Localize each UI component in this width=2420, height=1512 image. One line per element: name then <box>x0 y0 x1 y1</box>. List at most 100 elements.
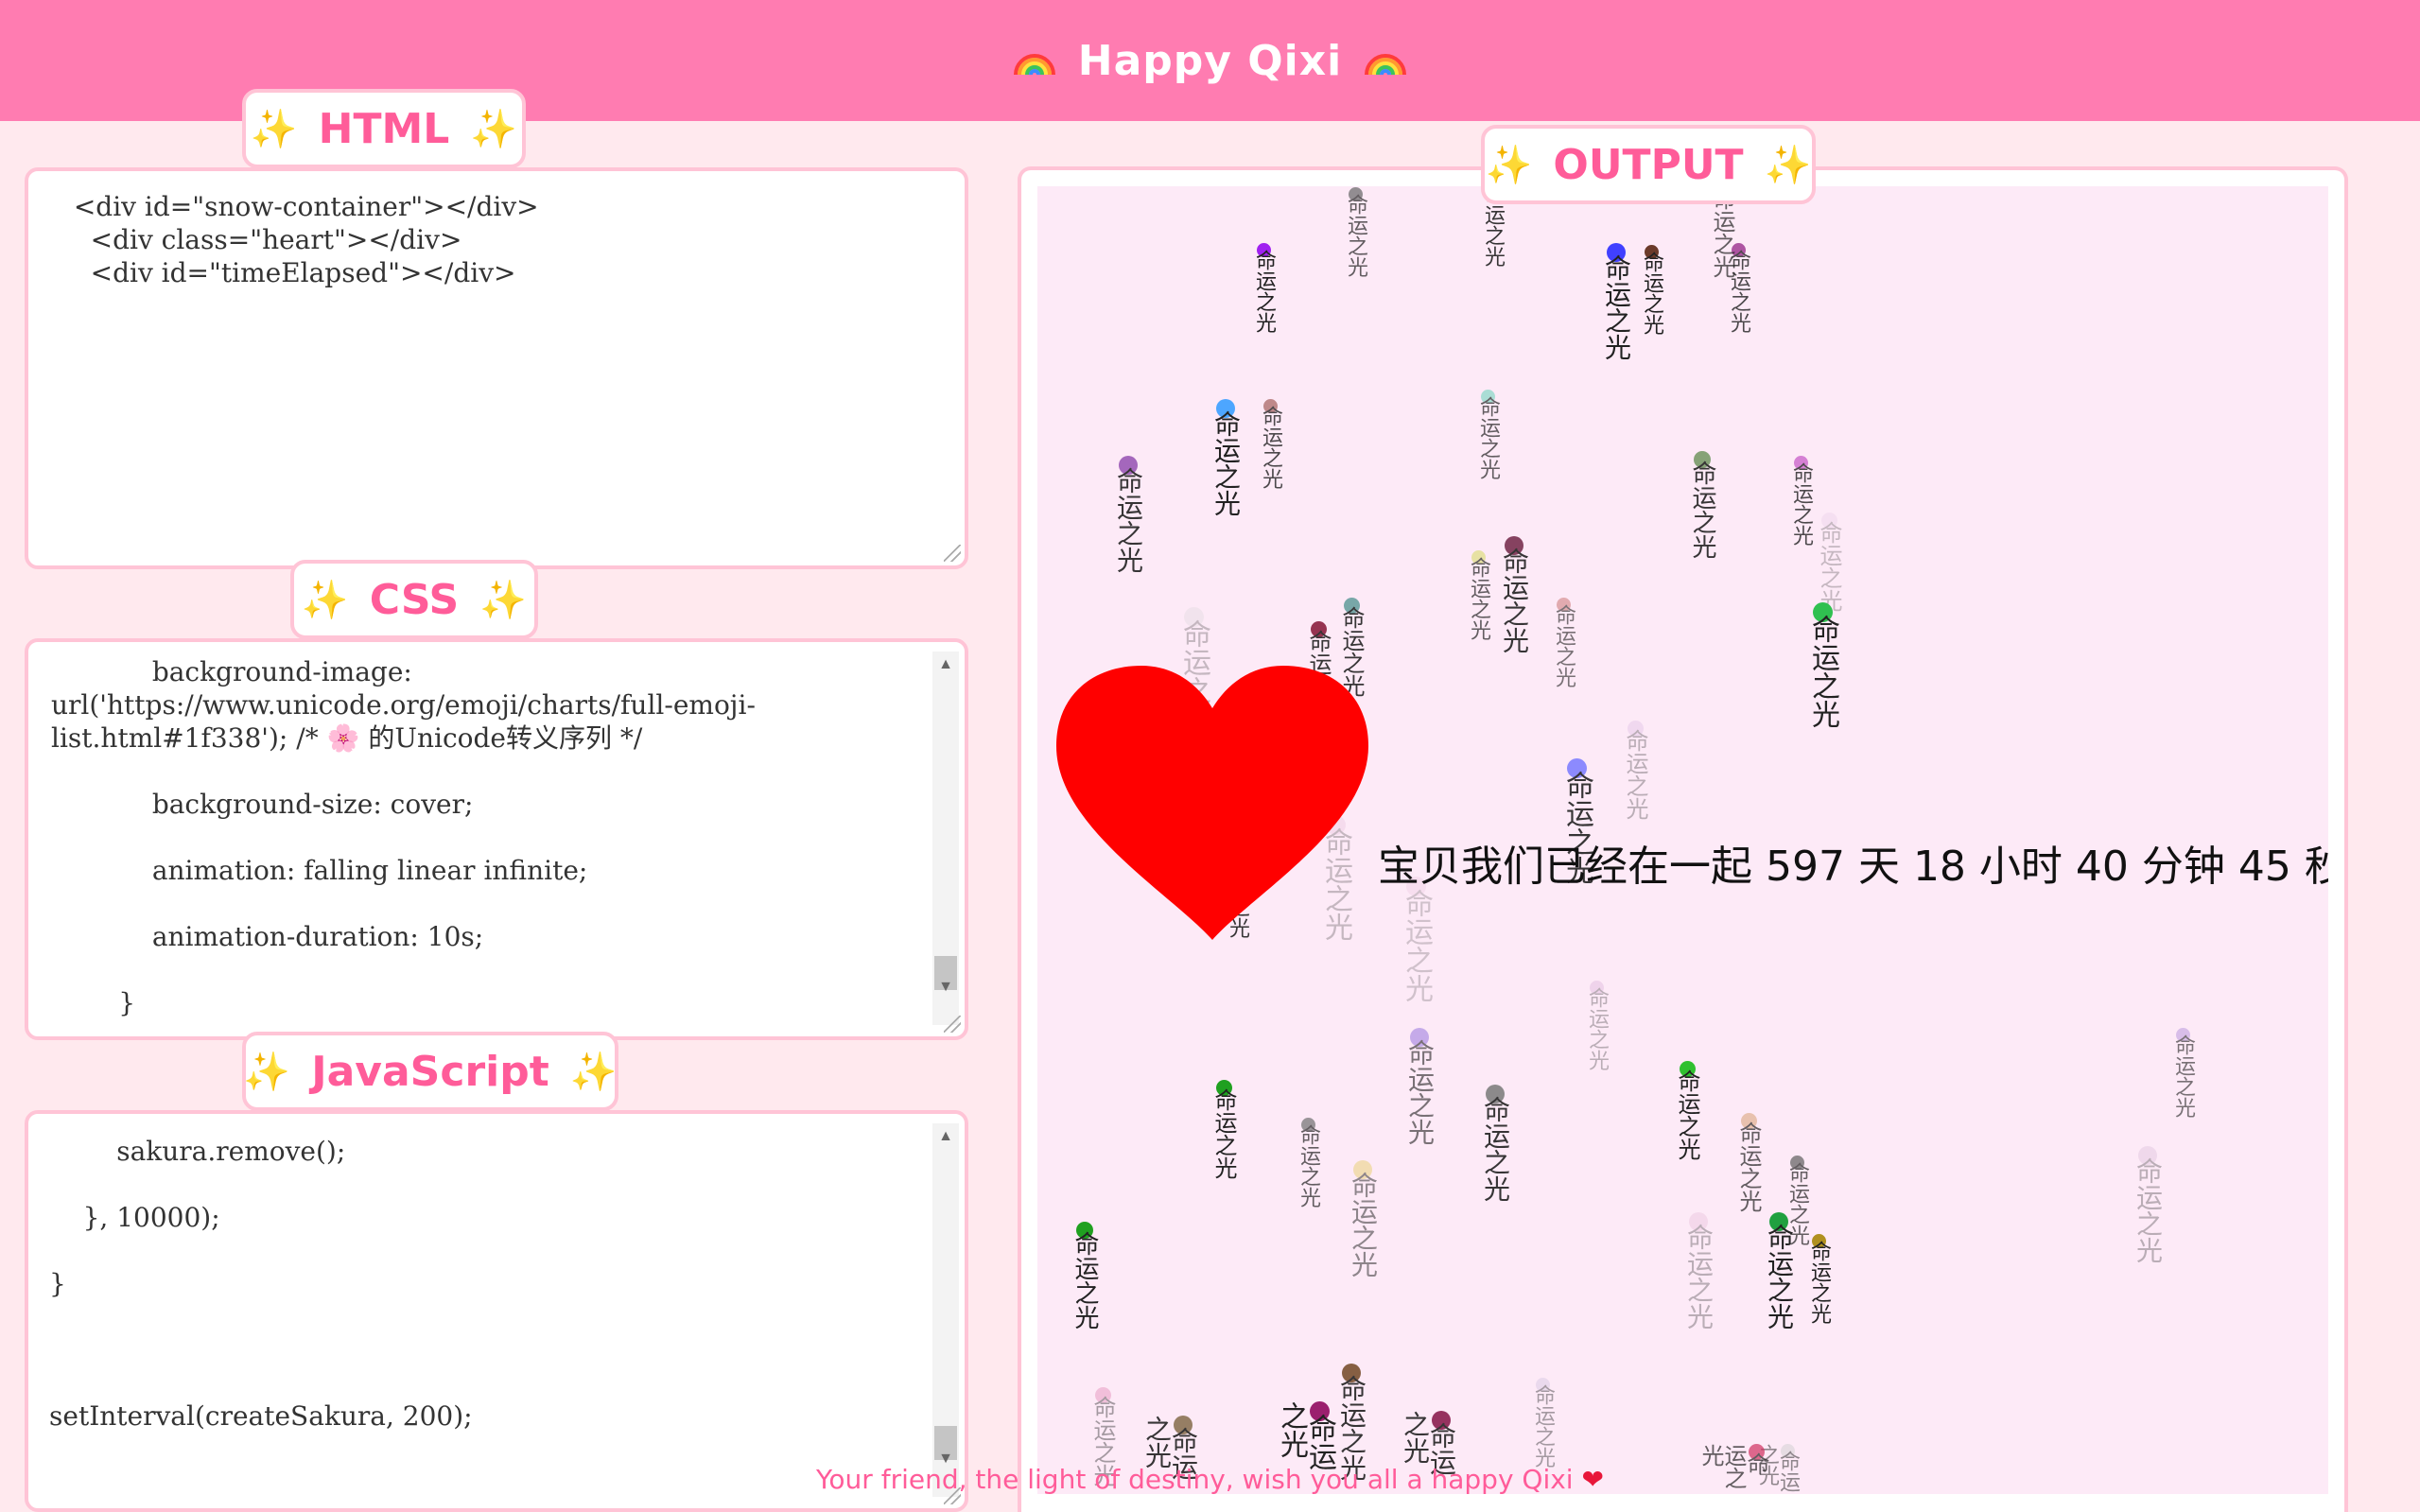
scroll-down-icon[interactable]: ▼ <box>932 974 959 1000</box>
petal-text: 命运之光 <box>1259 406 1282 489</box>
code-line: }, 10000); <box>49 1202 220 1233</box>
css-editor[interactable]: background-image: url('https://www.unicod… <box>25 638 968 1040</box>
sakura-petal: 命运之光 <box>1259 399 1282 489</box>
petal-text: 命运之光 <box>1683 1224 1715 1330</box>
sparkles-icon: ✨ <box>470 107 518 151</box>
petal-text: 命运之光 <box>2171 1034 2195 1118</box>
petal-text: 命运之光 <box>1585 987 1609 1070</box>
resize-handle[interactable] <box>944 1016 961 1033</box>
code-line: <div id="snow-container"></div> <box>57 191 539 222</box>
petal-text: 命运之光 <box>1210 1088 1237 1179</box>
rainbow-icon <box>1013 54 1055 76</box>
sakura-petal: 命运之光 <box>1789 456 1813 546</box>
petal-text: 命运之光 <box>1348 1172 1379 1277</box>
sakura-petal: 命运之光 <box>1210 1080 1237 1179</box>
scroll-up-icon[interactable]: ▲ <box>932 1123 959 1150</box>
petal-text: 命运之光 <box>1071 1231 1099 1330</box>
css-code[interactable]: background-image: url('https://www.unicod… <box>28 642 965 1036</box>
sakura-petal: 命运之光 <box>1476 390 1500 479</box>
scroll-up-icon[interactable]: ▲ <box>932 652 959 678</box>
sakura-petal: 命运之光 <box>1531 1378 1555 1468</box>
code-line: list.html#1f338'); /* 🌸 的Unicode转义序列 */ <box>51 722 643 754</box>
code-line: setInterval(createSakura, 200); <box>49 1400 473 1432</box>
petal-text: 命运之光 <box>1113 467 1144 573</box>
sakura-petal: 命运之光 <box>2133 1146 2164 1263</box>
tab-output[interactable]: ✨ OUTPUT ✨ <box>1481 125 1816 204</box>
petal-text: 命运之光 <box>1297 1124 1320 1208</box>
petal-text: 命运之光 <box>1816 521 1842 612</box>
sakura-petal: 命运之光 <box>1640 245 1663 335</box>
html-editor[interactable]: <div id="snow-container"></div> <div cla… <box>25 167 968 569</box>
petal-text: 命运之光 <box>1674 1069 1700 1160</box>
sakura-petal: 命运之光 <box>1252 243 1276 333</box>
petal-text: 命运之光 <box>1344 194 1367 277</box>
tab-css-label: CSS <box>369 575 460 624</box>
petal-text: 命运之光 <box>1467 557 1490 640</box>
tab-html-label: HTML <box>318 104 450 153</box>
sakura-petal: 命运之光 <box>1674 1061 1700 1160</box>
sakura-petal: 命运之光 <box>1735 1113 1762 1212</box>
code-line: animation: falling linear infinite; <box>51 855 588 886</box>
sakura-petal: 命运之光 <box>1807 1234 1831 1324</box>
petal-text: 命运之光 <box>1531 1384 1555 1468</box>
resize-handle[interactable] <box>944 545 961 562</box>
petal-text: 命运之光 <box>1735 1121 1762 1212</box>
css-scrollbar[interactable]: ▲ ▼ <box>932 652 959 1025</box>
heart-icon: ❤ <box>1581 1464 1604 1495</box>
js-code[interactable]: sakura.remove(); }, 10000); } setInterva… <box>28 1114 965 1450</box>
sparkles-icon: ✨ <box>1764 143 1812 187</box>
code-line: url('https://www.unicode.org/emoji/chart… <box>51 689 756 721</box>
js-scrollbar[interactable]: ▲ ▼ <box>932 1123 959 1497</box>
sakura-petal: 命运之光 <box>1806 602 1839 728</box>
petal-text: 命运之光 <box>1789 462 1813 546</box>
petal-text: 命运之光 <box>1476 396 1500 479</box>
sakura-petal: 命运之光 <box>1622 721 1648 820</box>
sakura-petal: 命运之光 <box>1585 981 1609 1070</box>
tab-css[interactable]: ✨ CSS ✨ <box>290 560 538 639</box>
html-code[interactable]: <div id="snow-container"></div> <div cla… <box>28 171 965 306</box>
time-elapsed: 宝贝我们已经在一起 597 天 18 小时 40 分钟 45 秒了 <box>1378 843 2328 891</box>
petal-text: 命运之光 <box>1210 410 1242 516</box>
sakura-petal: 命运之光 <box>1552 598 1576 687</box>
tab-javascript[interactable]: ✨ JavaScript ✨ <box>242 1032 618 1111</box>
tab-html[interactable]: ✨ HTML ✨ <box>242 89 526 168</box>
code-line: animation-duration: 10s; <box>51 921 484 952</box>
sakura-petal: 命运之光 <box>1785 1156 1809 1245</box>
js-editor[interactable]: sakura.remove(); }, 10000); } setInterva… <box>25 1110 968 1512</box>
sakura-petal: 命运之光 <box>1400 877 1433 1002</box>
sparkles-icon: ✨ <box>301 578 349 622</box>
petal-text: 命运之光 <box>1622 729 1648 820</box>
code-line: sakura.remove(); <box>49 1136 346 1167</box>
petal-text: 命运之光 <box>1252 250 1276 333</box>
petal-text: 命运之光 <box>1404 1039 1436 1145</box>
petal-text: 命运之光 <box>1807 1241 1831 1324</box>
code-line: <div id="timeElapsed"></div> <box>57 257 516 288</box>
sakura-petal: 命运之光 <box>1297 1118 1320 1208</box>
petal-text: 命运之光 <box>1480 1096 1511 1202</box>
sakura-petal: 命运之光 <box>1404 1028 1436 1145</box>
sakura-petal: 命运之光 <box>1688 451 1716 559</box>
footer-text: Your friend, the light of destiny, wish … <box>816 1464 1574 1495</box>
tab-javascript-label: JavaScript <box>311 1047 549 1096</box>
petal-text: 命运之光 <box>1785 1162 1809 1245</box>
petal-text: 命运之光 <box>1400 889 1433 1002</box>
sparkles-icon: ✨ <box>250 107 298 151</box>
sakura-petal: 命运之光 <box>1601 243 1632 360</box>
sparkles-icon: ✨ <box>569 1050 618 1094</box>
sakura-petal: 命运之光 <box>1113 456 1144 573</box>
petal-text: 命运之光 <box>1640 252 1663 335</box>
sakura-petal: 命运之光 <box>1683 1212 1715 1330</box>
sakura-petal: 命运之光 <box>1071 1222 1099 1330</box>
code-line: background-image: <box>51 656 412 687</box>
code-line: background-size: cover; <box>51 789 474 820</box>
petal-text: 命运之光 <box>1552 604 1576 687</box>
footer-message: Your friend, the light of destiny, wish … <box>0 1464 2420 1495</box>
